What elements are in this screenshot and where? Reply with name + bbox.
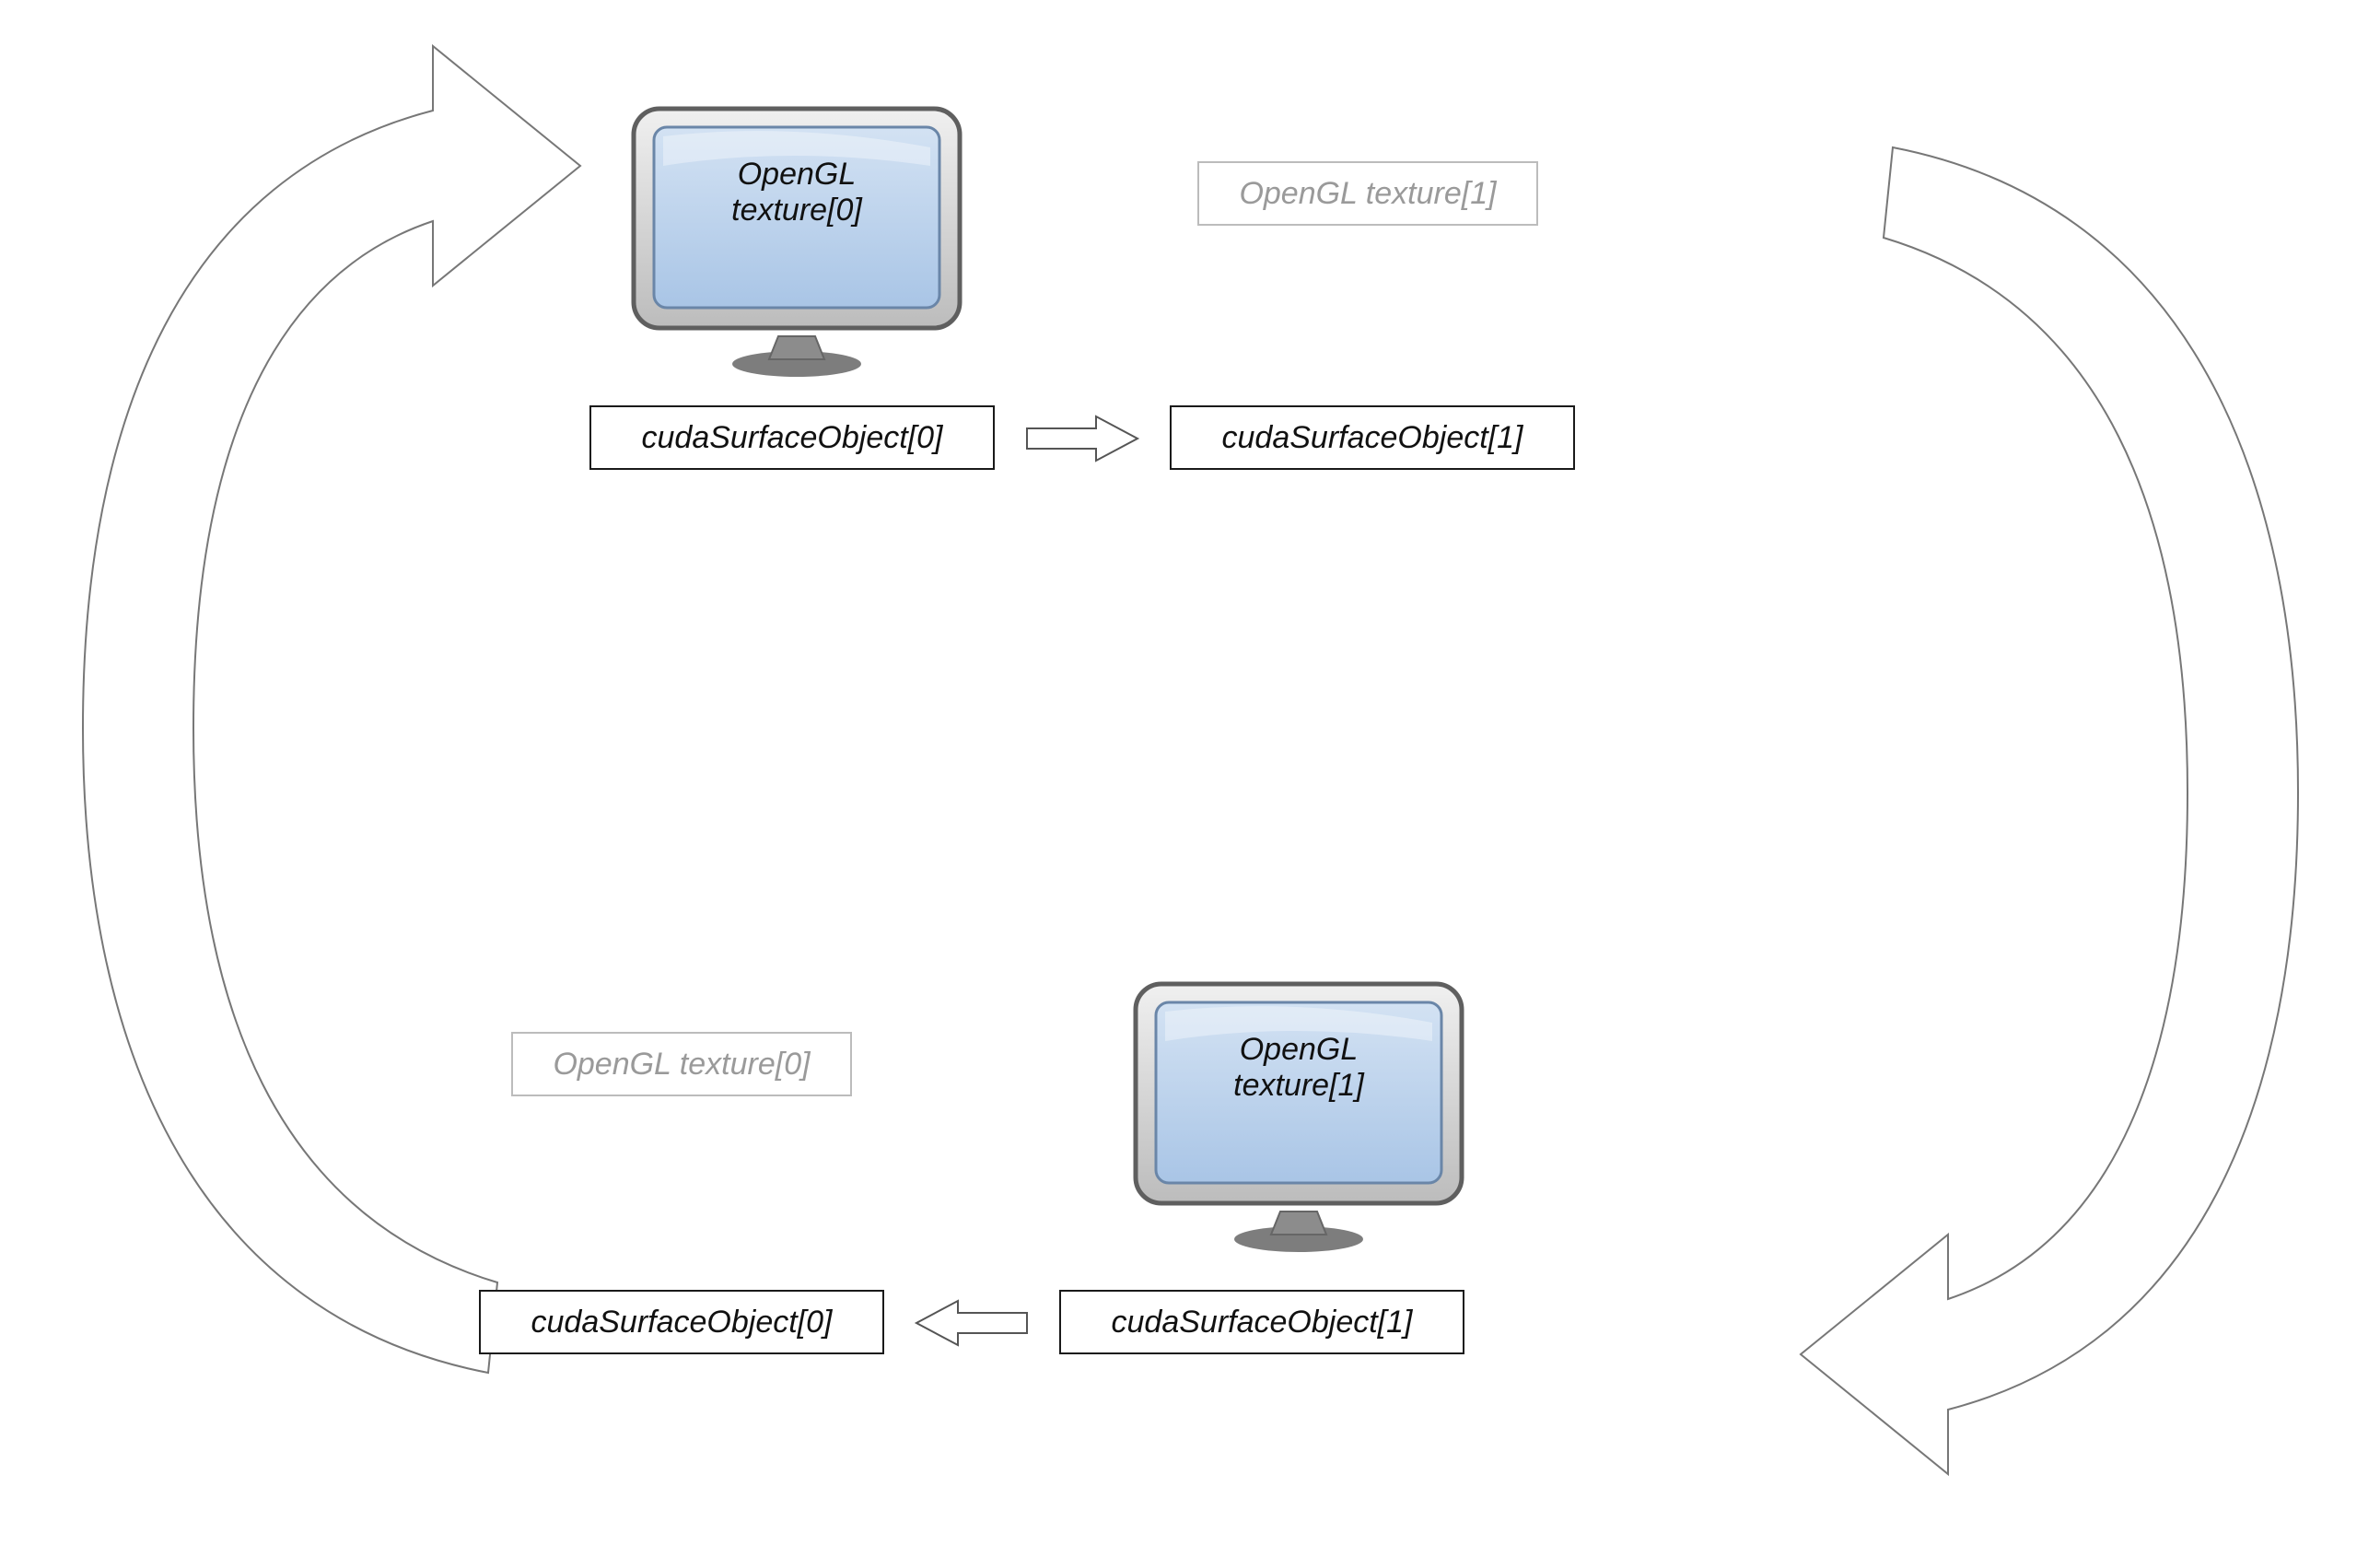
monitor-bottom-label-line1: OpenGL [1240, 1032, 1359, 1067]
top-cuda-surface-1-text: cudaSurfaceObject[1] [1222, 420, 1523, 456]
monitor-bottom [1128, 977, 1469, 1253]
top-cuda-surface-0-box: cudaSurfaceObject[0] [589, 405, 995, 470]
bottom-opengl-texture-0-box: OpenGL texture[0] [511, 1032, 852, 1096]
monitor-bottom-label-line2: texture[1] [1233, 1068, 1364, 1103]
right-cycle-arrow [1805, 111, 2321, 1502]
monitor-bottom-label: OpenGL texture[1] [1174, 1032, 1423, 1104]
bottom-cuda-surface-0-box: cudaSurfaceObject[0] [479, 1290, 884, 1354]
monitor-top [626, 101, 967, 378]
bottom-cuda-surface-0-text: cudaSurfaceObject[0] [531, 1305, 833, 1340]
monitor-top-label-line2: texture[0] [731, 193, 862, 228]
monitor-top-label-line1: OpenGL [738, 157, 857, 192]
monitor-top-label: OpenGL texture[0] [672, 157, 921, 228]
top-opengl-texture-1-text: OpenGL texture[1] [1239, 176, 1496, 212]
bottom-cuda-surface-1-text: cudaSurfaceObject[1] [1112, 1305, 1413, 1340]
bottom-small-arrow-left [912, 1297, 1032, 1349]
diagram: OpenGL texture[0] OpenGL texture[1] cuda… [0, 0, 2380, 1557]
left-cycle-arrow [64, 28, 580, 1400]
bottom-opengl-texture-0-text: OpenGL texture[0] [553, 1047, 810, 1083]
top-cuda-surface-1-box: cudaSurfaceObject[1] [1170, 405, 1575, 470]
top-cuda-surface-0-text: cudaSurfaceObject[0] [642, 420, 943, 456]
top-small-arrow-right [1022, 413, 1142, 464]
top-opengl-texture-1-box: OpenGL texture[1] [1197, 161, 1538, 226]
bottom-cuda-surface-1-box: cudaSurfaceObject[1] [1059, 1290, 1464, 1354]
